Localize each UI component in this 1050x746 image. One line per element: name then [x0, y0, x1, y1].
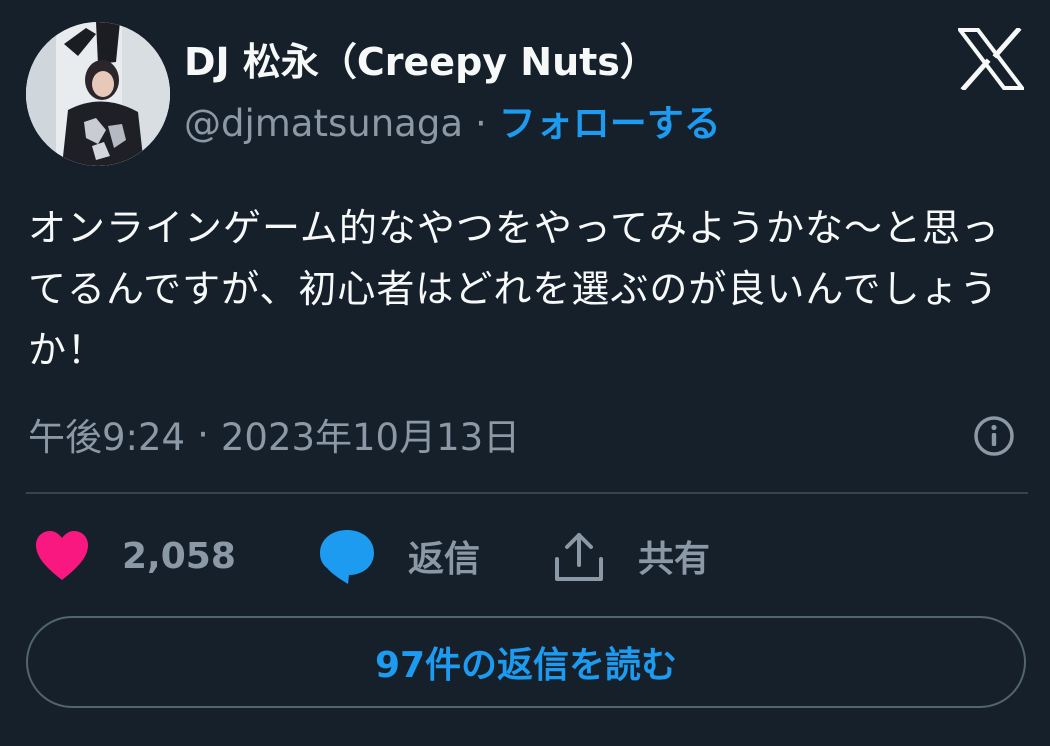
tweet-timestamp[interactable]: 午後9:24 · 2023年10月13日: [28, 404, 520, 464]
info-icon[interactable]: [972, 414, 1016, 458]
follow-button[interactable]: フォローする: [499, 98, 721, 150]
tweet-text: オンラインゲーム的なやつをやってみようかな〜と思ってるんですが、初心者はどれを選…: [28, 206, 1000, 372]
avatar-photo: [26, 22, 170, 166]
read-replies-label: 97件の返信を読む: [374, 645, 678, 686]
divider: [26, 492, 1028, 494]
reply-label: 返信: [408, 539, 481, 580]
reply-button[interactable]: 返信: [318, 520, 480, 592]
read-replies-button[interactable]: 97件の返信を読む: [26, 616, 1026, 708]
action-bar: 2,058 返信 共有: [0, 520, 1050, 592]
tweet-time: 午後9:24: [28, 416, 186, 459]
timestamp-separator: ·: [197, 412, 209, 456]
handle-separator: ·: [475, 102, 487, 145]
avatar[interactable]: [26, 22, 170, 166]
like-count: 2,058: [122, 535, 236, 577]
share-label: 共有: [638, 539, 711, 580]
speech-bubble-icon: [320, 530, 374, 584]
like-button[interactable]: 2,058: [34, 520, 236, 592]
share-upload-icon: [555, 533, 603, 581]
share-button[interactable]: 共有: [552, 520, 710, 592]
author-handle[interactable]: @djmatsunaga: [184, 98, 463, 150]
tweet-date: 2023年10月13日: [220, 416, 521, 459]
author-display-name[interactable]: DJ 松永（Creepy Nuts）: [184, 36, 658, 88]
x-logo-icon[interactable]: [958, 28, 1024, 90]
heart-icon: [36, 531, 88, 580]
author-handle-row: @djmatsunaga · フォローする: [184, 98, 721, 150]
